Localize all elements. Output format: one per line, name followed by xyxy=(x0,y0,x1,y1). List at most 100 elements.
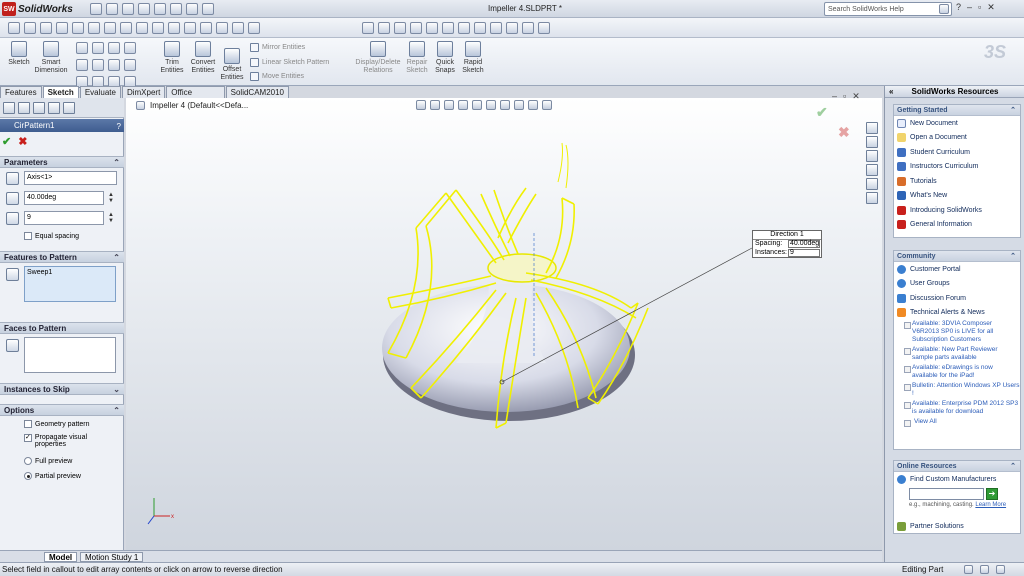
features-to-pattern-list[interactable]: Sweep1 xyxy=(24,266,116,302)
collapse-chevron-icon[interactable]: ⌃ xyxy=(113,252,120,263)
learn-more-link[interactable]: Learn More xyxy=(975,502,1006,508)
scene-icon[interactable] xyxy=(442,22,454,34)
sweep-icon[interactable] xyxy=(40,22,52,34)
equal-spacing-checkbox[interactable]: Equal spacing xyxy=(24,232,79,240)
spline-icon[interactable] xyxy=(108,42,120,54)
collapse-chevron-icon[interactable]: ⌃ xyxy=(113,157,120,168)
user-groups-link[interactable]: User Groups xyxy=(894,277,1020,292)
configuration-manager-icon[interactable] xyxy=(33,101,45,114)
full-preview-radio[interactable]: Full preview xyxy=(24,457,72,465)
news-item[interactable]: Available: eDrawings is now available fo… xyxy=(894,364,1020,380)
tab-motion-study[interactable]: Motion Study 1 xyxy=(80,552,144,562)
general-information-link[interactable]: General Information xyxy=(894,218,1020,233)
convert-entities-button[interactable]: Convert Entities xyxy=(188,41,218,75)
rapid-sketch-button[interactable]: Rapid Sketch xyxy=(460,41,486,75)
news-item[interactable]: Available: 3DVIA Composer V6R2013 SP0 is… xyxy=(894,320,1020,344)
equal-spacing-box[interactable] xyxy=(24,232,32,240)
whats-new-link[interactable]: What's New xyxy=(894,189,1020,204)
appearance-icon[interactable] xyxy=(426,22,438,34)
callout-instances-value[interactable]: 9 xyxy=(788,249,820,257)
mirror-entities-button[interactable]: Mirror Entities xyxy=(250,43,305,52)
zoom-icon[interactable] xyxy=(458,22,470,34)
propagate-visual-box[interactable]: ✓ xyxy=(24,434,32,442)
go-arrow-button[interactable]: ➔ xyxy=(986,488,998,500)
tab-dimxpert[interactable]: DimXpert xyxy=(121,86,166,98)
rotate-icon[interactable] xyxy=(474,22,486,34)
units-icon[interactable] xyxy=(964,565,973,574)
rectangle-icon[interactable] xyxy=(76,59,88,71)
help-search-input[interactable]: Search SolidWorks Help xyxy=(824,2,952,16)
camera-icon[interactable] xyxy=(522,22,534,34)
ellipse-icon[interactable] xyxy=(108,59,120,71)
geometry-pattern-checkbox[interactable]: Geometry pattern xyxy=(24,420,89,428)
options-header[interactable]: Options ⌃ xyxy=(0,404,124,416)
collapse-chevron-icon[interactable]: ⌃ xyxy=(1010,105,1016,116)
measure-icon[interactable] xyxy=(248,22,260,34)
appearances-icon[interactable] xyxy=(866,178,878,190)
parameters-section-header[interactable]: Parameters ⌃ xyxy=(0,156,124,168)
custom-properties-icon[interactable] xyxy=(866,192,878,204)
minimize-button[interactable]: – xyxy=(967,2,972,13)
dimxpert-manager-icon[interactable] xyxy=(48,101,60,114)
extrude-icon[interactable] xyxy=(8,22,20,34)
community-header[interactable]: Community ⌃ xyxy=(894,251,1020,262)
select-icon[interactable] xyxy=(170,3,182,15)
introducing-solidworks-link[interactable]: Introducing SolidWorks xyxy=(894,203,1020,218)
app-logo[interactable]: SW SolidWorks xyxy=(2,2,73,16)
open-document-link[interactable]: Open a Document xyxy=(894,131,1020,146)
news-item[interactable]: Available: New Part Reviewer sample part… xyxy=(894,346,1020,362)
smart-dimension-button[interactable]: Smart Dimension xyxy=(34,41,68,75)
instant3d-icon[interactable] xyxy=(232,22,244,34)
view-orientation-icon[interactable] xyxy=(362,22,374,34)
design-library-icon[interactable] xyxy=(866,136,878,148)
features-to-pattern-header[interactable]: Features to Pattern ⌃ xyxy=(0,251,124,263)
angle-field[interactable]: 40.00deg xyxy=(24,191,104,205)
discussion-forum-link[interactable]: Discussion Forum xyxy=(894,291,1020,306)
move-entities-button[interactable]: Move Entities xyxy=(250,72,304,81)
hide-show-icon[interactable] xyxy=(410,22,422,34)
getting-started-header[interactable]: Getting Started ⌃ xyxy=(894,105,1020,116)
graphics-area[interactable]: Impeller 4 (Default<<Defa... – ▫ ✕ ✔ ✖ x… xyxy=(126,91,882,550)
collapse-pane-icon[interactable]: « xyxy=(889,86,893,97)
new-icon[interactable] xyxy=(90,3,102,15)
collapse-chevron-icon[interactable]: ⌃ xyxy=(113,405,120,416)
revolve-icon[interactable] xyxy=(24,22,36,34)
pm-help-button[interactable]: ? xyxy=(117,120,121,133)
feature-manager-icon[interactable] xyxy=(3,101,15,114)
section-view-icon[interactable] xyxy=(394,22,406,34)
fillet-icon[interactable] xyxy=(72,22,84,34)
restore-button[interactable]: ▫ xyxy=(978,2,981,13)
expand-chevron-icon[interactable]: ⌄ xyxy=(113,384,120,395)
mirror-icon[interactable] xyxy=(184,22,196,34)
partial-preview-radio[interactable]: Partial preview xyxy=(24,472,81,480)
pan-icon[interactable] xyxy=(490,22,502,34)
news-item[interactable]: Available: Enterprise PDM 2012 SP3 is av… xyxy=(894,400,1020,416)
geometry-pattern-box[interactable] xyxy=(24,420,32,428)
axis-field[interactable]: Axis<1> xyxy=(24,171,117,185)
pattern-icon[interactable] xyxy=(168,22,180,34)
sketch-button[interactable]: Sketch xyxy=(6,41,32,67)
propagate-visual-checkbox[interactable]: ✓ Propagate visual properties xyxy=(24,434,96,448)
arc-icon[interactable] xyxy=(92,59,104,71)
lighting-icon[interactable] xyxy=(506,22,518,34)
partial-preview-radio-dot[interactable] xyxy=(24,472,32,480)
instances-field[interactable]: 9 xyxy=(24,211,104,225)
tab-evaluate[interactable]: Evaluate xyxy=(79,86,121,98)
online-resources-header[interactable]: Online Resources ⌃ xyxy=(894,461,1020,472)
repair-sketch-button[interactable]: Repair Sketch xyxy=(404,41,430,75)
student-curriculum-link[interactable]: Student Curriculum xyxy=(894,145,1020,160)
options-icon[interactable] xyxy=(202,3,214,15)
customize-icon[interactable] xyxy=(996,565,1005,574)
instances-to-skip-header[interactable]: Instances to Skip ⌄ xyxy=(0,383,124,395)
tab-solidcam2010[interactable]: SolidCAM2010 xyxy=(225,86,289,98)
rebuild-icon[interactable] xyxy=(186,3,198,15)
view-palette-icon[interactable] xyxy=(866,164,878,176)
home-icon[interactable] xyxy=(866,122,878,134)
display-manager-icon[interactable] xyxy=(63,101,75,114)
line-icon[interactable] xyxy=(76,42,88,54)
property-manager-icon[interactable] xyxy=(18,101,30,114)
tab-sketch[interactable]: Sketch xyxy=(42,86,79,98)
fillet-sketch-icon[interactable] xyxy=(124,59,136,71)
direction-callout[interactable]: Direction 1 Spacing: 40.00deg Instances:… xyxy=(752,230,822,258)
instances-spinner[interactable]: ▲ ▼ xyxy=(108,212,114,224)
